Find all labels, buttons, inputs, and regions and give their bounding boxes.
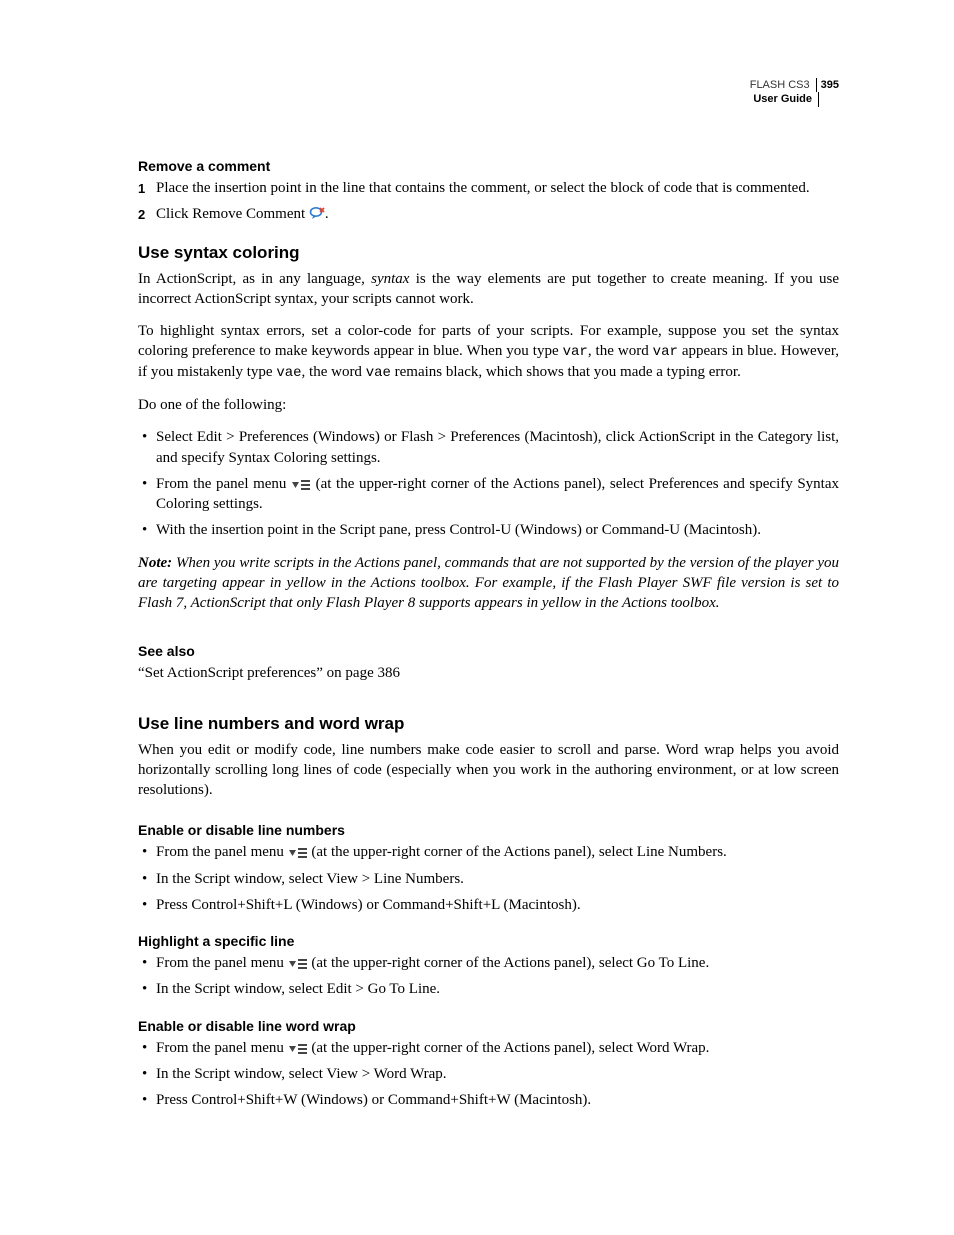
enable-b1: From the panel menu (at the upper-right … (138, 842, 839, 862)
highlight-b2: In the Script window, select Edit > Go T… (138, 979, 839, 999)
wrap-b1a: From the panel menu (156, 1040, 288, 1056)
document-page: FLASH CS3395 User Guide Remove a comment… (0, 0, 954, 1235)
syntax-coloring-heading: Use syntax coloring (138, 243, 839, 263)
step-2: Click Remove Comment . (138, 204, 839, 224)
highlight-line-subsection: Highlight a specific line From the panel… (138, 933, 839, 1000)
syntax-b2a: From the panel menu (156, 476, 291, 492)
highlight-bullets: From the panel menu (at the upper-right … (138, 953, 839, 1000)
see-also-link: “Set ActionScript preferences” on page 3… (138, 663, 839, 683)
step-2-text-b: . (325, 206, 329, 222)
panel-menu-icon (288, 1043, 308, 1055)
syntax-b1: Select Edit > Preferences (Windows) or F… (138, 427, 839, 468)
product-name: FLASH CS3 (750, 78, 817, 92)
enable-bullets: From the panel menu (at the upper-right … (138, 842, 839, 915)
remove-comment-heading: Remove a comment (138, 158, 839, 174)
guide-label: User Guide (753, 92, 819, 106)
step-2-text-a: Click Remove Comment (156, 206, 309, 222)
syntax-p1b: syntax (371, 271, 409, 287)
syntax-p2d-code: var (653, 344, 678, 360)
note-label: Note: (138, 555, 172, 571)
syntax-p2f-code: vae (276, 365, 301, 381)
syntax-p2h-code: vae (366, 365, 391, 381)
line-numbers-heading: Use line numbers and word wrap (138, 714, 839, 734)
remove-comment-section: Remove a comment Place the insertion poi… (138, 158, 839, 225)
highlight-b1: From the panel menu (at the upper-right … (138, 953, 839, 973)
syntax-p2i: remains black, which shows that you made… (391, 364, 741, 380)
enable-b1a: From the panel menu (156, 844, 288, 860)
enable-b2: In the Script window, select View > Line… (138, 869, 839, 889)
word-wrap-subsection: Enable or disable line word wrap From th… (138, 1018, 839, 1111)
enable-line-numbers-subsection: Enable or disable line numbers From the … (138, 822, 839, 915)
syntax-bullets: Select Edit > Preferences (Windows) or F… (138, 427, 839, 540)
panel-menu-icon (288, 847, 308, 859)
syntax-note: Note: When you write scripts in the Acti… (138, 553, 839, 614)
wrap-b1: From the panel menu (at the upper-right … (138, 1038, 839, 1058)
syntax-b2: From the panel menu (at the upper-right … (138, 474, 839, 515)
highlight-line-heading: Highlight a specific line (138, 933, 839, 949)
panel-menu-icon (291, 479, 311, 491)
note-body: When you write scripts in the Actions pa… (138, 555, 839, 612)
syntax-p1a: In ActionScript, as in any language, (138, 271, 371, 287)
syntax-coloring-section: Use syntax coloring In ActionScript, as … (138, 243, 839, 614)
wrap-b3: Press Control+Shift+W (Windows) or Comma… (138, 1090, 839, 1110)
see-also-section: See also “Set ActionScript preferences” … (138, 643, 839, 683)
syntax-p1: In ActionScript, as in any language, syn… (138, 269, 839, 310)
enable-b1b: (at the upper-right corner of the Action… (308, 844, 727, 860)
page-header: FLASH CS3395 User Guide (750, 78, 839, 107)
highlight-b1a: From the panel menu (156, 955, 288, 971)
panel-menu-icon (288, 958, 308, 970)
see-also-heading: See also (138, 643, 839, 659)
syntax-p3: Do one of the following: (138, 395, 839, 415)
remove-comment-steps: Place the insertion point in the line th… (138, 178, 839, 225)
wrap-b2: In the Script window, select View > Word… (138, 1064, 839, 1084)
line-numbers-section: Use line numbers and word wrap When you … (138, 714, 839, 1111)
syntax-p2g: , the word (302, 364, 366, 380)
remove-comment-icon (309, 206, 325, 221)
syntax-p2: To highlight syntax errors, set a color-… (138, 321, 839, 383)
step-1: Place the insertion point in the line th… (138, 178, 839, 198)
page-content: Remove a comment Place the insertion poi… (138, 158, 839, 1110)
wrap-bullets: From the panel menu (at the upper-right … (138, 1038, 839, 1111)
highlight-b1b: (at the upper-right corner of the Action… (308, 955, 710, 971)
word-wrap-heading: Enable or disable line word wrap (138, 1018, 839, 1034)
syntax-p2b-code: var (563, 344, 588, 360)
page-number: 395 (817, 79, 839, 91)
enable-b3: Press Control+Shift+L (Windows) or Comma… (138, 895, 839, 915)
line-numbers-p1: When you edit or modify code, line numbe… (138, 740, 839, 801)
syntax-p2c: , the word (588, 343, 653, 359)
enable-line-numbers-heading: Enable or disable line numbers (138, 822, 839, 838)
wrap-b1b: (at the upper-right corner of the Action… (308, 1040, 710, 1056)
syntax-b3: With the insertion point in the Script p… (138, 520, 839, 540)
